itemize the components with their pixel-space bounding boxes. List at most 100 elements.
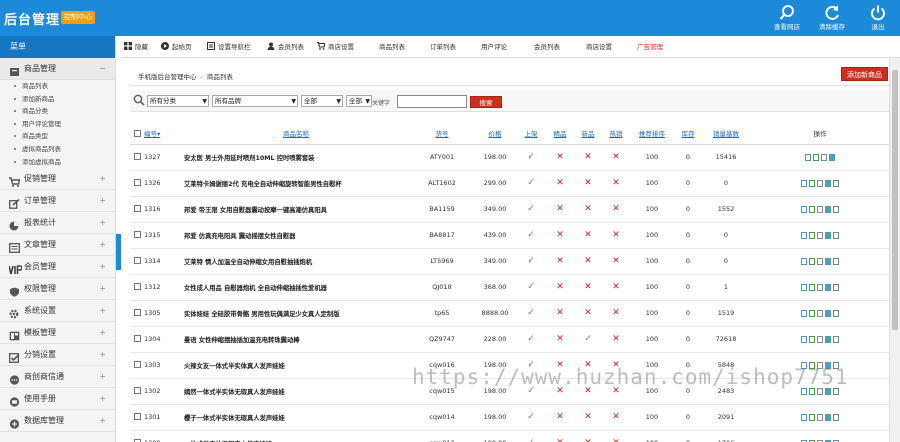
row-on-sale-toggle[interactable]: ✓ <box>516 300 546 327</box>
cross-icon[interactable]: ✕ <box>612 334 620 344</box>
row-hot-toggle[interactable]: ✕ <box>602 274 630 301</box>
toolbar-start-page[interactable]: 起始页 <box>161 36 192 58</box>
row-checkbox[interactable] <box>134 283 141 290</box>
toolbar-order-list[interactable]: 订单列表 <box>430 36 456 58</box>
row-price[interactable]: 349.00 <box>474 248 516 275</box>
cross-icon[interactable]: ✕ <box>612 178 620 188</box>
row-hot-toggle[interactable]: ✕ <box>602 248 630 275</box>
clone-icon[interactable] <box>833 309 839 317</box>
clear-cache-button[interactable]: 清除缓存 <box>809 4 855 34</box>
row-checkbox[interactable] <box>134 257 141 264</box>
row-stock[interactable]: 0 <box>674 404 702 431</box>
row-hot-toggle[interactable]: ✕ <box>602 144 630 171</box>
copy-icon[interactable] <box>817 231 823 239</box>
row-goods-name[interactable]: 樱子一体式半实体无瑕真人发声娃娃 <box>182 404 410 431</box>
clone-icon[interactable] <box>833 231 839 239</box>
sidebar-group-permissions[interactable]: 权限管理 + <box>0 278 115 301</box>
check-icon[interactable]: ✓ <box>527 204 535 214</box>
sidebar-group-system[interactable]: 系统设置 + <box>0 300 115 323</box>
row-new-toggle[interactable]: ✕ <box>574 222 602 249</box>
row-stock[interactable]: 0 <box>674 222 702 249</box>
row-hot-toggle[interactable]: ✕ <box>602 196 630 223</box>
row-stock[interactable]: 0 <box>674 170 702 197</box>
row-price[interactable]: 198.00 <box>474 144 516 171</box>
cross-icon[interactable]: ✕ <box>584 308 592 318</box>
row-goods-name[interactable]: 安太医 男士外用延时喷剂10ML 控时喷雾套装 <box>182 144 410 171</box>
row-checkbox[interactable] <box>134 309 141 316</box>
row-stock[interactable]: 0 <box>674 430 702 442</box>
cross-icon[interactable]: ✕ <box>556 334 564 344</box>
row-on-sale-toggle[interactable]: ✓ <box>516 196 546 223</box>
expand-toggle[interactable]: + <box>99 300 106 322</box>
row-sales[interactable]: 1706 <box>702 430 750 442</box>
copy-icon[interactable] <box>817 309 823 317</box>
row-sales[interactable]: 1 <box>702 274 750 301</box>
check-icon[interactable]: ✓ <box>527 178 535 188</box>
row-sort-order[interactable]: 100 <box>630 222 674 249</box>
row-on-sale-toggle[interactable]: ✓ <box>516 248 546 275</box>
row-sort-order[interactable]: 100 <box>630 404 674 431</box>
row-sort-order[interactable]: 100 <box>630 196 674 223</box>
row-stock[interactable]: 0 <box>674 196 702 223</box>
check-icon[interactable]: ✓ <box>527 282 535 292</box>
header-new[interactable]: 新品 <box>574 122 602 145</box>
row-price[interactable]: 439.00 <box>474 222 516 249</box>
view-icon[interactable] <box>801 309 807 317</box>
row-sales[interactable]: 0 <box>702 222 750 249</box>
cross-icon[interactable]: ✕ <box>584 152 592 162</box>
row-goods-name[interactable]: 邦爱 仿真充电阳具 震动摇摆女性自慰器 <box>182 222 410 249</box>
cross-icon[interactable]: ✕ <box>612 282 620 292</box>
cross-icon[interactable]: ✕ <box>584 230 592 240</box>
toolbar-member-list-2[interactable]: 会员列表 <box>534 36 560 58</box>
row-hot-toggle[interactable]: ✕ <box>602 404 630 431</box>
logout-button[interactable]: 退出 <box>855 4 900 34</box>
clone-icon[interactable] <box>833 205 839 213</box>
row-price[interactable]: 228.00 <box>474 326 516 353</box>
edit-icon[interactable] <box>809 257 815 265</box>
cross-icon[interactable]: ✕ <box>612 230 620 240</box>
expand-toggle[interactable]: + <box>99 234 106 256</box>
toolbar-nav-settings[interactable]: 设置导航栏 <box>207 36 251 58</box>
sidebar-group-database[interactable]: 数据库管理 + <box>0 410 115 433</box>
view-store-button[interactable]: 查看网店 <box>764 4 810 34</box>
select-all-checkbox[interactable] <box>134 129 141 137</box>
check-icon[interactable]: ✓ <box>527 230 535 240</box>
cross-icon[interactable]: ✕ <box>612 308 620 318</box>
delete-icon[interactable] <box>825 309 831 317</box>
sidebar-group-distribution[interactable]: 分销设置 + <box>0 344 115 367</box>
row-hot-toggle[interactable]: ✕ <box>602 170 630 197</box>
row-sales[interactable]: 1552 <box>702 196 750 223</box>
view-icon[interactable] <box>801 283 807 291</box>
keyword-input[interactable] <box>397 95 467 108</box>
sidebar-group-promotion[interactable]: 促销管理 + <box>0 168 115 191</box>
sidebar-item-add-goods[interactable]: 添加新商品 <box>0 93 115 106</box>
row-sales[interactable]: 0 <box>702 248 750 275</box>
row-goods-name[interactable]: 嫣然一体式半实体无瑕真人发声娃娃 <box>182 378 410 405</box>
status-select-1[interactable]: 全部 ▼ <box>301 95 343 107</box>
copy-icon[interactable] <box>817 413 823 421</box>
category-select[interactable]: 所有分类 ▼ <box>147 95 209 107</box>
row-on-sale-toggle[interactable]: ✓ <box>516 170 546 197</box>
row-on-sale-toggle[interactable]: ✓ <box>516 144 546 171</box>
header-id[interactable]: 编号▾ <box>130 122 182 145</box>
row-on-sale-toggle[interactable]: ✓ <box>516 430 546 442</box>
row-sort-order[interactable]: 100 <box>630 144 674 171</box>
check-icon[interactable]: ✓ <box>527 412 535 422</box>
row-hot-toggle[interactable]: ✕ <box>602 222 630 249</box>
row-sort-order[interactable]: 100 <box>630 300 674 327</box>
sidebar-group-manual[interactable]: 使用手册 + <box>0 388 115 411</box>
row-new-toggle[interactable]: ✕ <box>574 430 602 442</box>
cross-icon[interactable]: ✕ <box>584 256 592 266</box>
row-hot-toggle[interactable]: ✕ <box>602 430 630 442</box>
row-sort-order[interactable]: 100 <box>630 248 674 275</box>
row-price[interactable]: 8888.00 <box>474 300 516 327</box>
vertical-scrollbar[interactable] <box>889 58 900 442</box>
copy-icon[interactable] <box>817 257 823 265</box>
header-sort-order[interactable]: 推荐排序 <box>630 122 674 145</box>
edit-icon[interactable] <box>809 231 815 239</box>
scrollbar-thumb[interactable] <box>892 70 898 330</box>
edit-icon[interactable] <box>809 413 815 421</box>
row-stock[interactable]: 0 <box>674 144 702 171</box>
expand-toggle[interactable]: + <box>99 190 106 212</box>
view-icon[interactable] <box>801 257 807 265</box>
